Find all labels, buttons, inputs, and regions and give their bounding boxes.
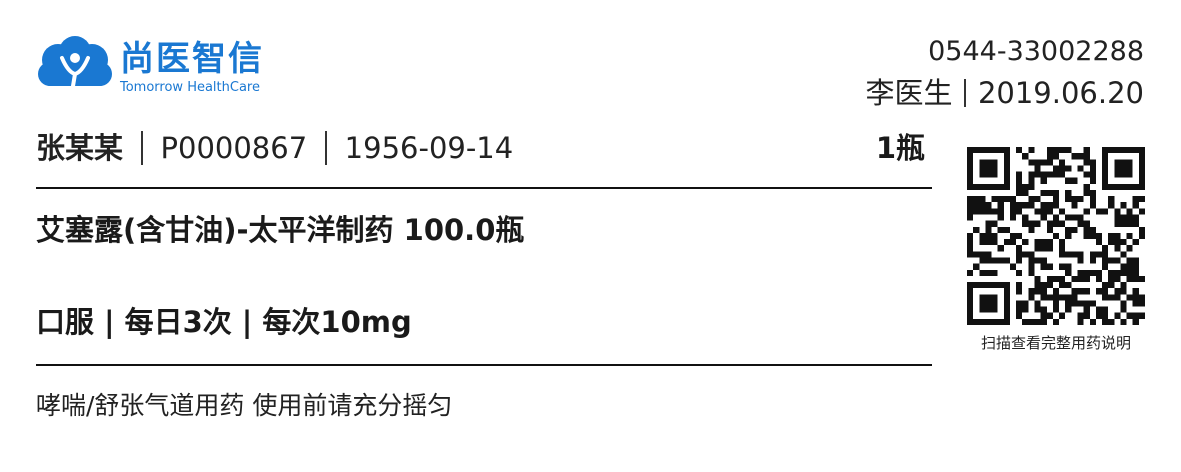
- usage-instructions: 口服 | 每日3次 | 每次10mg: [36, 304, 412, 340]
- usage-note: 哮喘/舒张气道用药 使用前请充分摇匀: [36, 391, 453, 420]
- patient-info: 张某某 P0000867 1956-09-14: [36, 130, 513, 166]
- usage-dose: 每次10mg: [262, 305, 412, 339]
- qr-caption: 扫描查看完整用药说明: [980, 334, 1131, 352]
- divider: [964, 79, 966, 107]
- prescription-date: 2019.06.20: [977, 76, 1144, 110]
- brand-name-en: Tomorrow HealthCare: [120, 80, 260, 95]
- drug-description: 艾塞露(含甘油)-太平洋制药 100.0瓶: [36, 213, 525, 247]
- tree-person-logo-icon: [38, 36, 112, 94]
- doctor-date-line: 李医生 2019.06.20: [865, 76, 1144, 110]
- divider: [325, 131, 327, 165]
- divider-line: [36, 187, 932, 189]
- phone-number: 0544-33002288: [928, 36, 1144, 67]
- divider: [141, 131, 143, 165]
- divider-line: [36, 364, 932, 366]
- usage-separator: |: [241, 305, 253, 339]
- patient-name: 张某某: [36, 131, 124, 165]
- usage-route: 口服: [36, 305, 95, 339]
- brand-logo: 尚医智信 Tomorrow HealthCare: [36, 36, 264, 96]
- patient-birthdate: 1956-09-14: [344, 131, 514, 165]
- dispense-quantity: 1瓶: [875, 131, 925, 165]
- usage-separator: |: [104, 305, 115, 339]
- patient-id: P0000867: [160, 131, 308, 165]
- brand-name-cn: 尚医智信: [120, 39, 264, 79]
- usage-frequency: 每日3次: [124, 305, 232, 339]
- doctor-name: 李医生: [865, 76, 953, 110]
- qr-code-icon[interactable]: [967, 147, 1145, 325]
